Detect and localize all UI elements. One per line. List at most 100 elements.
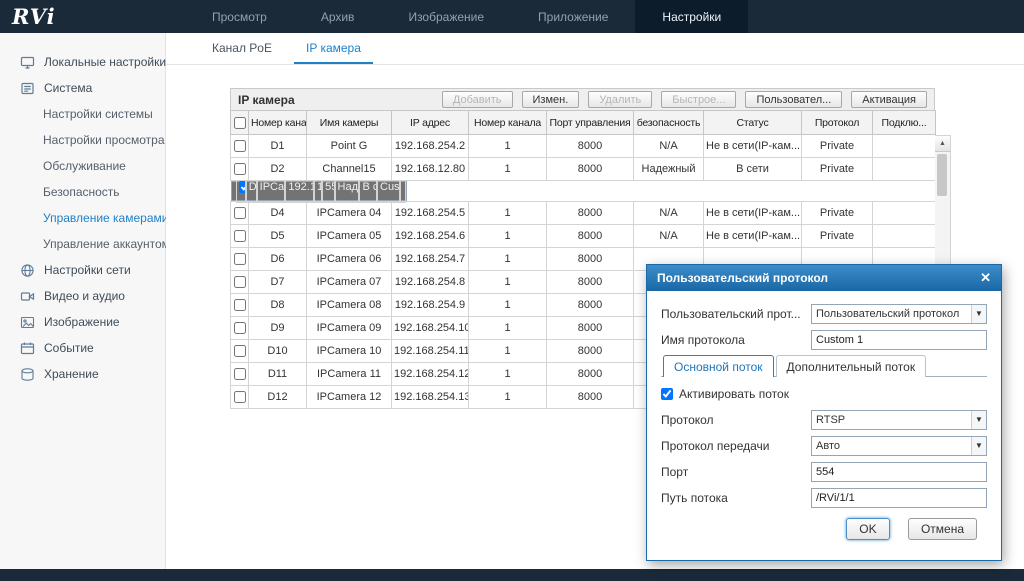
- column-header[interactable]: Имя камеры: [306, 110, 392, 135]
- column-header[interactable]: Протокол: [801, 110, 873, 135]
- column-header[interactable]: Подклю...: [872, 110, 936, 135]
- table-cell: IPCamera 04: [306, 201, 392, 225]
- add-button[interactable]: Добавить: [441, 91, 513, 108]
- enable-stream-label: Активировать поток: [679, 387, 789, 401]
- column-header[interactable]: Статус: [703, 110, 802, 135]
- stream-path-label: Путь потока: [661, 490, 728, 505]
- sidebar-item-network-settings[interactable]: Настройки сети: [0, 257, 165, 283]
- transfer-protocol-label: Протокол передачи: [661, 438, 770, 453]
- scrollbar-thumb[interactable]: [937, 154, 947, 196]
- table-row[interactable]: D4 IPCamera 04 192.168.254.5 1 8000 N/A Не в с…: [230, 201, 936, 225]
- table-cell: 1: [468, 134, 547, 158]
- sidebar-item-label: Обслуживание: [43, 159, 126, 173]
- sidebar-item-system-settings[interactable]: Настройки системы: [0, 101, 165, 127]
- tab-ip-camera[interactable]: IP камера: [293, 33, 373, 64]
- sidebar-item-image[interactable]: Изображение: [0, 309, 165, 335]
- menu-item-picture[interactable]: Изображение: [381, 0, 511, 33]
- table-cell: 8000: [546, 201, 634, 225]
- custom-protocol-button[interactable]: Пользовател...: [745, 91, 843, 108]
- table-cell: 192.168.254.7: [391, 247, 469, 271]
- close-icon[interactable]: ✕: [980, 270, 991, 286]
- table-row[interactable]: D1 Point G 192.168.254.2 1 8000 N/A Не в сети(…: [230, 134, 936, 158]
- port-label: Порт: [661, 464, 689, 479]
- sidebar-item-account-management[interactable]: Управление аккаунтом: [0, 231, 170, 257]
- tab-poe-channel[interactable]: Канал PoE: [200, 33, 284, 64]
- sidebar-item-video-audio[interactable]: Видео и аудио: [0, 283, 165, 309]
- protocol-type-select[interactable]: Пользовательский протокол ▼: [811, 303, 987, 324]
- content-tabs: Канал PoE IP камера: [166, 33, 1024, 65]
- menu-item-configuration[interactable]: Настройки: [635, 0, 749, 33]
- table-cell: D1: [248, 134, 307, 158]
- row-checkbox[interactable]: [233, 276, 246, 289]
- row-checkbox[interactable]: [233, 163, 246, 176]
- port-input[interactable]: [811, 461, 987, 482]
- table-row[interactable]: D5 IPCamera 05 192.168.254.6 1 8000 N/A Не в с…: [230, 224, 936, 248]
- sidebar-item-label: Настройки системы: [43, 107, 153, 121]
- activation-button[interactable]: Активация: [851, 91, 927, 108]
- table-cell: В сети: [703, 157, 802, 181]
- sidebar-item-storage[interactable]: Хранение: [0, 361, 165, 387]
- sidebar-item-view-settings[interactable]: Настройки просмотра: [0, 127, 165, 153]
- tab-main-stream[interactable]: Основной поток: [663, 355, 774, 378]
- quick-add-button[interactable]: Быстрое...: [661, 91, 737, 108]
- row-checkbox[interactable]: [233, 230, 246, 243]
- table-row[interactable]: D2 Channel15 192.168.12.80 1 8000 Надежный В с…: [230, 157, 936, 181]
- column-header[interactable]: IP адрес: [391, 110, 469, 135]
- row-checkbox[interactable]: [233, 140, 246, 153]
- cancel-button[interactable]: Отмена: [907, 518, 977, 540]
- menu-item-application[interactable]: Приложение: [511, 0, 635, 33]
- row-checkbox[interactable]: [233, 391, 246, 404]
- sidebar-item-event[interactable]: Событие: [0, 335, 165, 361]
- sidebar-item-system[interactable]: Система: [0, 75, 165, 101]
- delete-button[interactable]: Удалить: [588, 91, 653, 108]
- menu-item-live-view[interactable]: Просмотр: [185, 0, 294, 33]
- table-cell: D9: [248, 316, 307, 340]
- column-header[interactable]: Номер канала: [248, 110, 307, 135]
- table-cell: Point G: [306, 134, 392, 158]
- table-cell: Надежный: [334, 179, 360, 203]
- sidebar-item-label: Безопасность: [43, 185, 120, 199]
- row-checkbox[interactable]: [233, 322, 246, 335]
- row-checkbox[interactable]: [233, 345, 246, 358]
- sidebar-item-maintenance[interactable]: Обслуживание: [0, 153, 165, 179]
- ok-button[interactable]: OK: [845, 518, 890, 540]
- row-checkbox[interactable]: [238, 180, 245, 193]
- sidebar-item-camera-management[interactable]: Управление камерами: [0, 205, 168, 231]
- sidebar-item-security[interactable]: Безопасность: [0, 179, 165, 205]
- row-checkbox[interactable]: [233, 253, 246, 266]
- stream-path-input[interactable]: [811, 487, 987, 508]
- sidebar-item-local-settings[interactable]: Локальные настройки: [0, 49, 166, 75]
- enable-stream-checkbox[interactable]: [661, 388, 673, 400]
- table-cell: [872, 134, 936, 158]
- table-cell: N/A: [633, 201, 704, 225]
- table-cell: [399, 179, 406, 203]
- table-cell: Не в сети(IP-кам...: [703, 134, 802, 158]
- brand-logo: RVi: [12, 4, 56, 29]
- table-cell: 8000: [546, 293, 634, 317]
- menu-item-playback[interactable]: Архив: [294, 0, 382, 33]
- storage-icon: [20, 367, 35, 382]
- table-row[interactable]: D3IPCamera 03192.168.12.31554НадежныйВ с…: [230, 179, 407, 203]
- column-header[interactable]: Порт управления: [546, 110, 634, 135]
- modify-button[interactable]: Измен.: [521, 91, 580, 108]
- scroll-up-button[interactable]: ▲: [935, 136, 950, 152]
- table-cell: 1: [468, 270, 547, 294]
- column-header[interactable]: безопасность: [633, 110, 704, 135]
- footer-bar: [0, 569, 1024, 581]
- table-cell: D5: [248, 224, 307, 248]
- protocol-select-value: RTSP: [816, 413, 846, 426]
- row-checkbox[interactable]: [233, 299, 246, 312]
- protocol-name-input[interactable]: [811, 329, 987, 350]
- table-cell: 1: [468, 293, 547, 317]
- protocol-select[interactable]: RTSP ▼: [811, 409, 987, 430]
- table-cell: Private: [801, 201, 873, 225]
- row-checkbox[interactable]: [233, 207, 246, 220]
- table-cell: 8000: [546, 270, 634, 294]
- table-cell: 8000: [546, 316, 634, 340]
- column-header[interactable]: Номер канала: [468, 110, 547, 135]
- transfer-protocol-select[interactable]: Авто ▼: [811, 435, 987, 456]
- table-cell: 192.168.254.5: [391, 201, 469, 225]
- select-all-checkbox[interactable]: [233, 116, 246, 129]
- tab-sub-stream[interactable]: Дополнительный поток: [775, 355, 927, 377]
- row-checkbox[interactable]: [233, 368, 246, 381]
